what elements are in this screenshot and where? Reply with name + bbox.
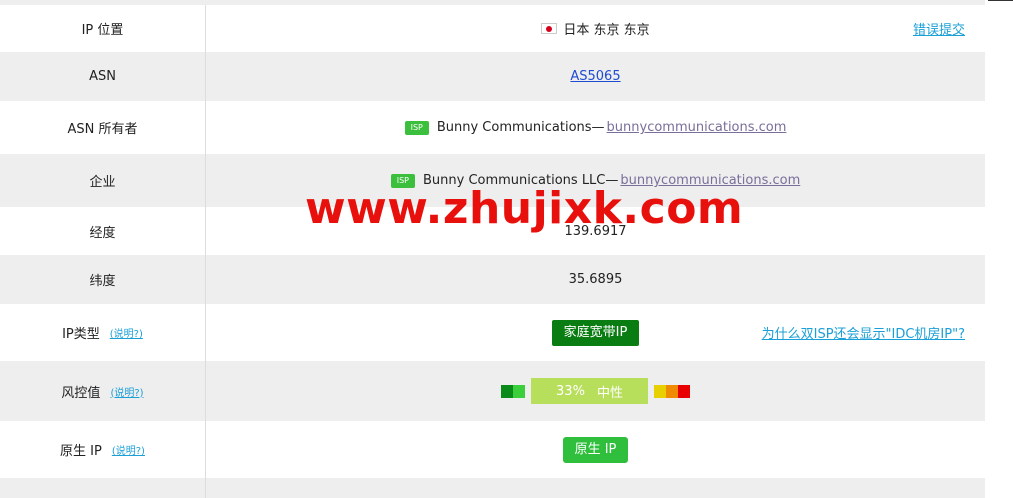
row-asn-owner: ASN 所有者 ISP Bunny Communications— bunnyc…: [0, 101, 985, 154]
latitude-value-cell: 35.6895: [206, 255, 985, 304]
ip-type-value-cell: 家庭宽带IP 为什么双ISP还会显示"IDC机房IP"?: [206, 304, 985, 361]
native-ip-badge: 原生 IP: [562, 436, 629, 463]
latitude-label: 纬度: [0, 255, 206, 304]
next-value-cell: [206, 478, 985, 498]
asn-owner-value-cell: ISP Bunny Communications— bunnycommunica…: [206, 101, 985, 154]
company-domain-link[interactable]: bunnycommunications.com: [620, 173, 800, 188]
ip-location-label: IP 位置: [0, 5, 206, 52]
native-ip-label-cell: 原生 IP (说明?): [0, 421, 206, 478]
risk-seg-high-2: [666, 384, 678, 398]
risk-level: 中性: [596, 385, 623, 401]
ip-location-value-cell: 日本 东京 东京 错误提交: [206, 5, 985, 52]
risk-help-link[interactable]: (说明?): [110, 384, 143, 399]
company-name: Bunny Communications LLC—: [422, 173, 619, 188]
company-value-cell: ISP Bunny Communications LLC— bunnycommu…: [206, 154, 985, 207]
ip-type-label: IP类型: [62, 327, 100, 342]
risk-meter: 33% 中性: [501, 378, 690, 404]
ip-info-table: IP 位置 日本 东京 东京 错误提交 ASN AS5065 ASN 所有者 I…: [0, 5, 985, 498]
risk-value-cell: 33% 中性: [206, 361, 985, 421]
asn-value-cell: AS5065: [206, 52, 985, 101]
native-ip-label: 原生 IP: [60, 444, 102, 459]
row-risk: 风控值 (说明?) 33% 中性: [0, 361, 985, 421]
japan-flag-icon: [541, 23, 558, 34]
row-longitude: 经度 139.6917: [0, 207, 985, 255]
longitude-label: 经度: [0, 207, 206, 255]
risk-label-cell: 风控值 (说明?): [0, 361, 206, 421]
isp-badge: ISP: [404, 120, 429, 135]
risk-seg-low-light: [513, 384, 525, 398]
isp-badge: ISP: [390, 173, 415, 188]
row-ip-location: IP 位置 日本 东京 东京 错误提交: [0, 5, 985, 52]
risk-seg-low-dark: [501, 384, 513, 398]
row-ip-type: IP类型 (说明?) 家庭宽带IP 为什么双ISP还会显示"IDC机房IP"?: [0, 304, 985, 361]
longitude-value-cell: 139.6917: [206, 207, 985, 255]
risk-seg-high-1: [654, 384, 666, 398]
row-native-ip: 原生 IP (说明?) 原生 IP: [0, 421, 985, 478]
dual-isp-explain-link[interactable]: 为什么双ISP还会显示"IDC机房IP"?: [762, 323, 965, 342]
asn-link[interactable]: AS5065: [570, 69, 620, 84]
ip-type-help-link[interactable]: (说明?): [110, 325, 143, 340]
scroll-edge-mark: [988, 0, 1013, 1]
native-ip-value-cell: 原生 IP: [206, 421, 985, 478]
asn-owner-domain-link[interactable]: bunnycommunications.com: [607, 120, 787, 135]
asn-owner-label: ASN 所有者: [0, 101, 206, 154]
longitude-value: 139.6917: [564, 223, 627, 239]
risk-score-bar: 33% 中性: [531, 378, 648, 404]
ip-type-label-cell: IP类型 (说明?): [0, 304, 206, 361]
row-latitude: 纬度 35.6895: [0, 255, 985, 304]
row-company: 企业 ISP Bunny Communications LLC— bunnyco…: [0, 154, 985, 207]
risk-seg-high-3: [678, 384, 690, 398]
row-asn: ASN AS5065: [0, 52, 985, 101]
latitude-value: 35.6895: [568, 272, 623, 287]
asn-owner-name: Bunny Communications—: [436, 120, 605, 135]
row-next: [0, 478, 985, 498]
asn-label: ASN: [0, 52, 206, 101]
next-label-cell: [0, 478, 206, 498]
ip-type-badge: 家庭宽带IP: [551, 319, 640, 346]
risk-label: 风控值: [61, 385, 101, 401]
risk-percent: 33%: [556, 383, 585, 399]
report-error-link[interactable]: 错误提交: [913, 19, 965, 38]
company-label: 企业: [0, 154, 206, 207]
native-ip-help-link[interactable]: (说明?): [112, 442, 145, 457]
ip-location-value: 日本 东京 东京: [563, 23, 650, 38]
